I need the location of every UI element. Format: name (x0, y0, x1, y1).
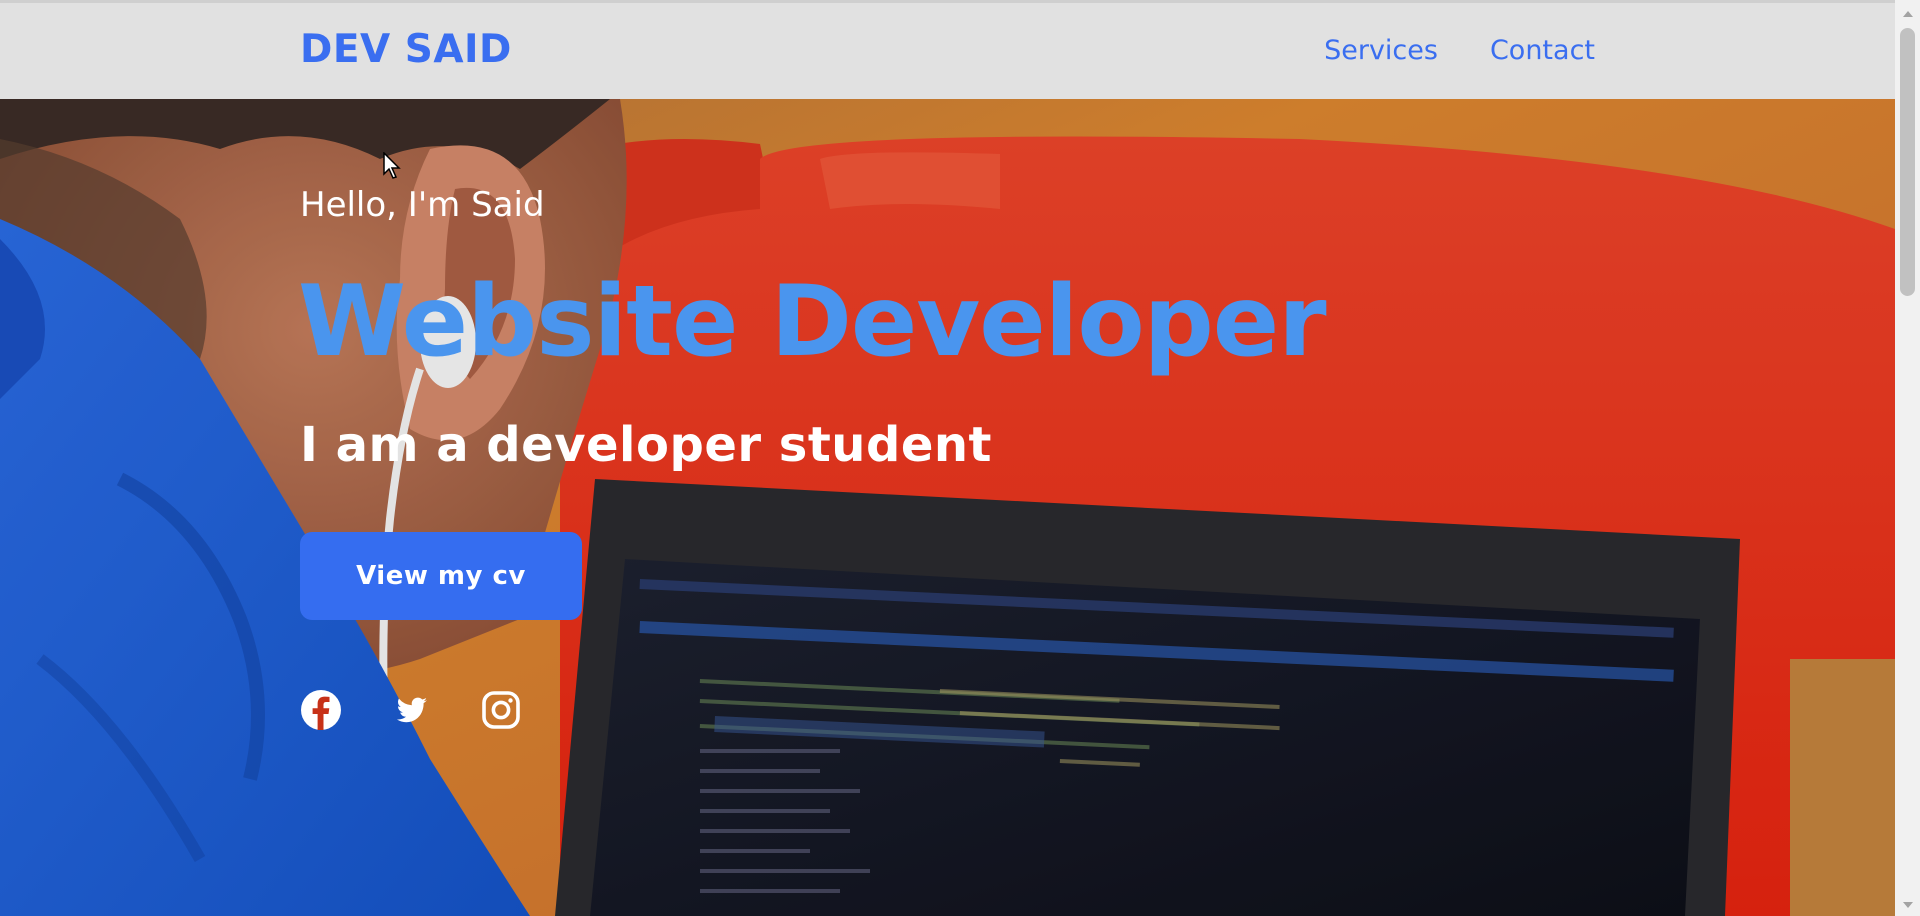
vertical-scrollbar[interactable] (1895, 0, 1920, 916)
social-links (300, 689, 522, 731)
hero-subtitle: I am a developer student (300, 417, 992, 473)
nav-link-contact[interactable]: Contact (1490, 35, 1595, 66)
view-cv-button[interactable]: View my cv (300, 532, 582, 620)
twitter-icon[interactable] (390, 689, 432, 731)
hero-title: Website Developer (298, 265, 1327, 379)
facebook-icon[interactable] (300, 689, 342, 731)
hero-greeting: Hello, I'm Said (300, 185, 545, 225)
site-logo[interactable]: DEV SAID (300, 27, 512, 72)
hero-section: Hello, I'm Said Website Developer I am a… (0, 99, 1895, 916)
hero-background-image (0, 99, 1895, 916)
main-nav: Services Contact (1324, 35, 1595, 66)
scroll-down-arrow-icon[interactable] (1895, 894, 1920, 916)
mouse-cursor-icon (383, 152, 401, 179)
site-header: DEV SAID Services Contact (0, 3, 1895, 99)
scrollbar-thumb[interactable] (1900, 28, 1915, 296)
scroll-up-arrow-icon[interactable] (1895, 3, 1920, 25)
nav-link-services[interactable]: Services (1324, 35, 1438, 66)
page: DEV SAID Services Contact Hello, I'm Sai… (0, 0, 1920, 916)
instagram-icon[interactable] (480, 689, 522, 731)
